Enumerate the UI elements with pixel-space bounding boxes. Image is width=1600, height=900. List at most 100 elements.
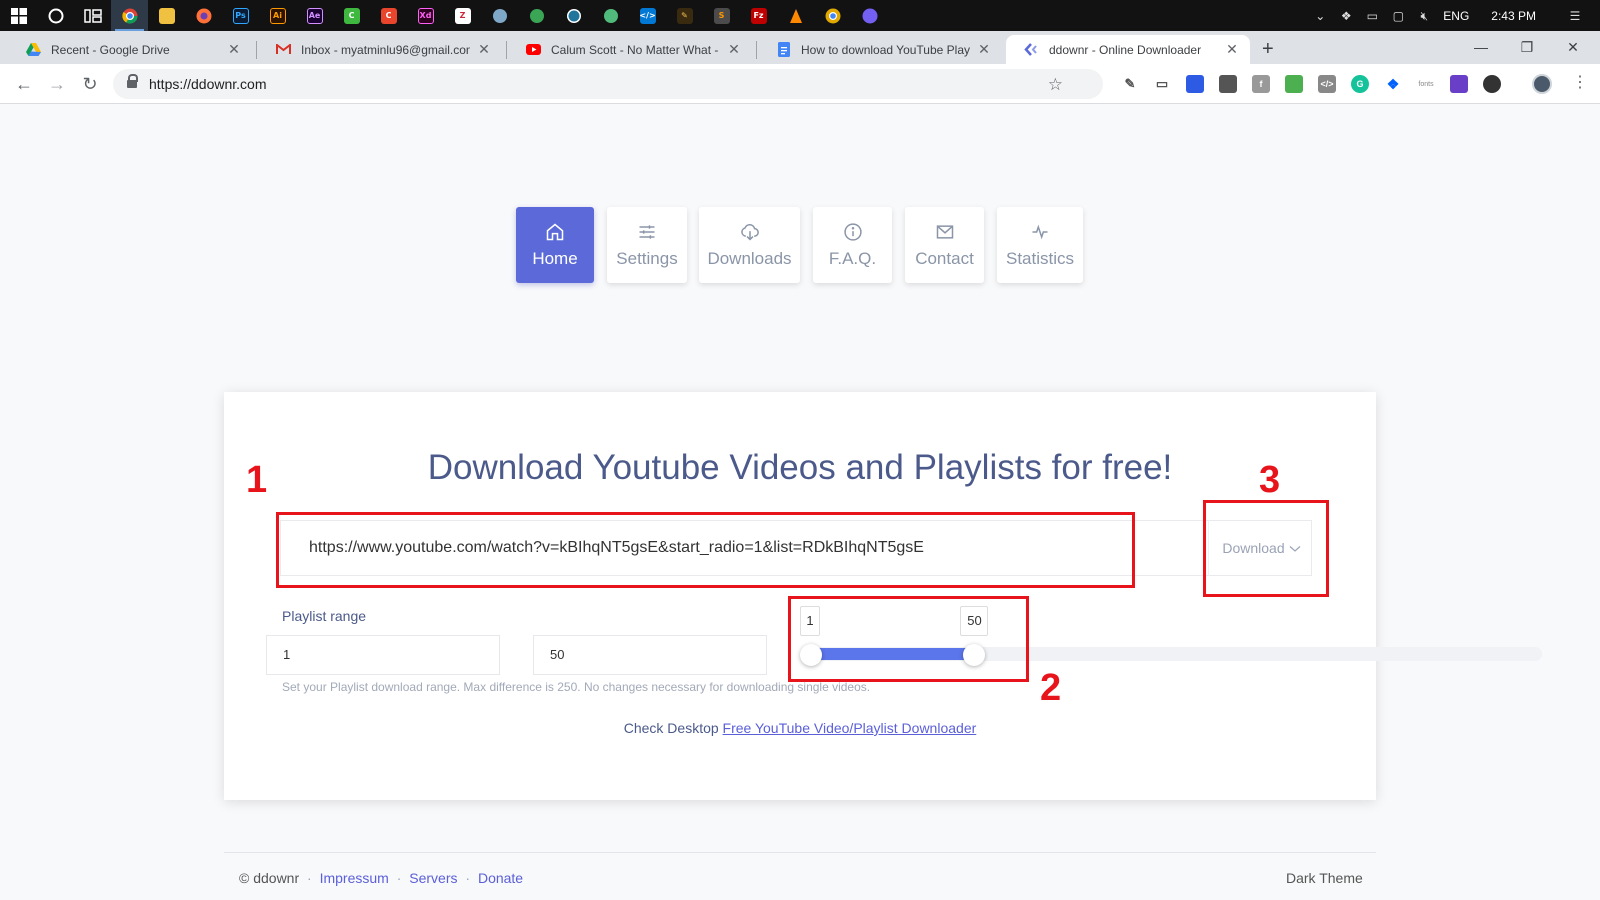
close-tab-icon[interactable]: ✕: [1224, 41, 1240, 58]
close-window-icon[interactable]: ✕: [1550, 33, 1596, 61]
chrome-canary-icon[interactable]: [814, 0, 851, 31]
language-indicator[interactable]: ENG: [1443, 9, 1469, 23]
home-icon: [545, 221, 565, 243]
dropbox-tray-icon[interactable]: ❖: [1339, 10, 1353, 22]
localwp-icon[interactable]: [592, 0, 629, 31]
task-view-icon[interactable]: [74, 0, 111, 31]
color-picker-extension-icon[interactable]: ✎: [1121, 75, 1139, 93]
firefox-icon[interactable]: [185, 0, 222, 31]
grammarly-extension-icon[interactable]: G: [1351, 75, 1369, 93]
after-effects-icon[interactable]: Ae: [296, 0, 333, 31]
bookmark-extension-icon[interactable]: [1186, 75, 1204, 93]
google-docs-icon: [776, 42, 791, 57]
footer: © ddownr · Impressum · Servers · Donate: [239, 870, 524, 886]
nav-home[interactable]: Home: [516, 207, 594, 283]
mail-icon: [935, 221, 955, 243]
tab-google-drive[interactable]: Recent - Google Drive ✕: [8, 35, 252, 64]
bookmark-star-icon[interactable]: ☆: [1048, 75, 1063, 95]
ccleaner-icon[interactable]: [481, 0, 518, 31]
donate-link[interactable]: Donate: [478, 870, 523, 886]
chevron-up-icon[interactable]: ⌄: [1313, 10, 1327, 22]
address-url[interactable]: https://ddownr.com: [149, 76, 267, 92]
illustrator-icon[interactable]: Ai: [259, 0, 296, 31]
vlc-icon[interactable]: [777, 0, 814, 31]
address-bar[interactable]: https://ddownr.com ☆: [113, 69, 1103, 99]
facebook-extension-icon[interactable]: f: [1252, 75, 1270, 93]
volume-muted-icon[interactable]: 🔇︎: [1417, 10, 1431, 22]
cloud-download-icon: [740, 221, 760, 243]
adobe-xd-icon[interactable]: Xd: [407, 0, 444, 31]
nav-faq[interactable]: F.A.Q.: [813, 207, 892, 283]
battery-icon[interactable]: ▭: [1365, 10, 1379, 22]
file-explorer-icon[interactable]: [148, 0, 185, 31]
viber-icon[interactable]: [851, 0, 888, 31]
menu-dots-icon[interactable]: ⋮: [1572, 72, 1588, 92]
cube-extension-icon[interactable]: [1450, 75, 1468, 93]
page-content: Home Settings Downloads F.A.Q. Contact S…: [0, 104, 1600, 900]
tab-google-docs[interactable]: How to download YouTube Playlist ✕: [758, 35, 1002, 64]
new-tab-icon[interactable]: +: [1262, 38, 1274, 61]
windows-taskbar: Ps Ai Ae C C Xd Z </> ✎ S Fz ⌄ ❖ ▭ ▢ 🔇︎ …: [0, 0, 1600, 31]
pencil-app-icon[interactable]: ✎: [666, 0, 703, 31]
close-tab-icon[interactable]: ✕: [476, 41, 492, 58]
playlist-end-input[interactable]: 50: [533, 635, 767, 675]
page-headline: Download Youtube Videos and Playlists fo…: [427, 448, 1173, 487]
clock[interactable]: 2:43 PM: [1491, 9, 1536, 23]
network-icon[interactable]: ▢: [1391, 10, 1405, 22]
zotero-icon[interactable]: Z: [444, 0, 481, 31]
close-tab-icon[interactable]: ✕: [976, 41, 992, 58]
filezilla-icon[interactable]: Fz: [740, 0, 777, 31]
tab-strip: Recent - Google Drive ✕ Inbox - myatminl…: [0, 31, 1600, 64]
annotation-number-2: 2: [1040, 667, 1062, 709]
close-tab-icon[interactable]: ✕: [226, 41, 242, 58]
map-extension-icon[interactable]: [1285, 75, 1303, 93]
wordpress-icon[interactable]: [555, 0, 592, 31]
cortana-icon[interactable]: [37, 0, 74, 31]
cast-extension-icon[interactable]: ▭: [1153, 75, 1171, 93]
desktop-downloader-link[interactable]: Free YouTube Video/Playlist Downloader: [723, 720, 977, 736]
photoshop-icon[interactable]: Ps: [222, 0, 259, 31]
windows-start-icon[interactable]: [0, 0, 37, 31]
activity-icon: [1030, 221, 1050, 243]
dark-theme-toggle[interactable]: Dark Theme: [1286, 870, 1363, 886]
reload-icon[interactable]: ↻: [78, 72, 102, 96]
playlist-start-input[interactable]: 1: [266, 635, 500, 675]
code-extension-icon[interactable]: </>: [1318, 75, 1336, 93]
back-icon[interactable]: ←: [12, 72, 36, 96]
minimize-icon[interactable]: —: [1458, 33, 1504, 61]
tab-ddownr[interactable]: ddownr - Online Downloader ✕: [1006, 35, 1250, 64]
colorzilla-extension-icon[interactable]: [1483, 75, 1501, 93]
impressum-link[interactable]: Impressum: [320, 870, 389, 886]
dropbox-extension-icon[interactable]: ❖: [1384, 75, 1402, 93]
annotation-number-1: 1: [246, 459, 268, 501]
lock-icon[interactable]: [127, 74, 138, 89]
browser-toolbar: ← → ↻ https://ddownr.com ☆ ✎ ▭ f </> G ❖…: [0, 64, 1600, 104]
playlist-range-label: Playlist range: [282, 608, 367, 624]
system-tray: ⌄ ❖ ▭ ▢ 🔇︎ ENG 2:43 PM ☰: [1313, 0, 1600, 31]
nav-statistics[interactable]: Statistics: [997, 207, 1083, 283]
camtasia-recorder-icon[interactable]: C: [370, 0, 407, 31]
annotation-number-3: 3: [1259, 459, 1281, 501]
desktop-promo: Check Desktop Free YouTube Video/Playlis…: [623, 720, 977, 736]
sublime-text-icon[interactable]: S: [703, 0, 740, 31]
tab-gmail[interactable]: Inbox - myatminlu96@gmail.com ✕: [258, 35, 502, 64]
fonts-extension-icon[interactable]: fonts: [1417, 75, 1435, 93]
xampp-icon[interactable]: [518, 0, 555, 31]
gmail-icon: [276, 42, 291, 57]
profile-avatar[interactable]: [1532, 74, 1552, 94]
annotation-box-slider: [788, 596, 1029, 682]
action-center-icon[interactable]: ☰: [1568, 10, 1582, 22]
pocket-extension-icon[interactable]: [1219, 75, 1237, 93]
vscode-icon[interactable]: </>: [629, 0, 666, 31]
forward-icon[interactable]: →: [45, 72, 69, 96]
nav-contact[interactable]: Contact: [905, 207, 984, 283]
nav-downloads[interactable]: Downloads: [699, 207, 800, 283]
close-tab-icon[interactable]: ✕: [726, 41, 742, 58]
chrome-taskbar-icon[interactable]: [111, 0, 148, 31]
tab-youtube[interactable]: Calum Scott - No Matter What - ✕: [508, 35, 752, 64]
camtasia-icon[interactable]: C: [333, 0, 370, 31]
restore-icon[interactable]: ❐: [1504, 33, 1550, 61]
nav-settings[interactable]: Settings: [607, 207, 687, 283]
servers-link[interactable]: Servers: [409, 870, 457, 886]
footer-divider: [224, 852, 1376, 853]
